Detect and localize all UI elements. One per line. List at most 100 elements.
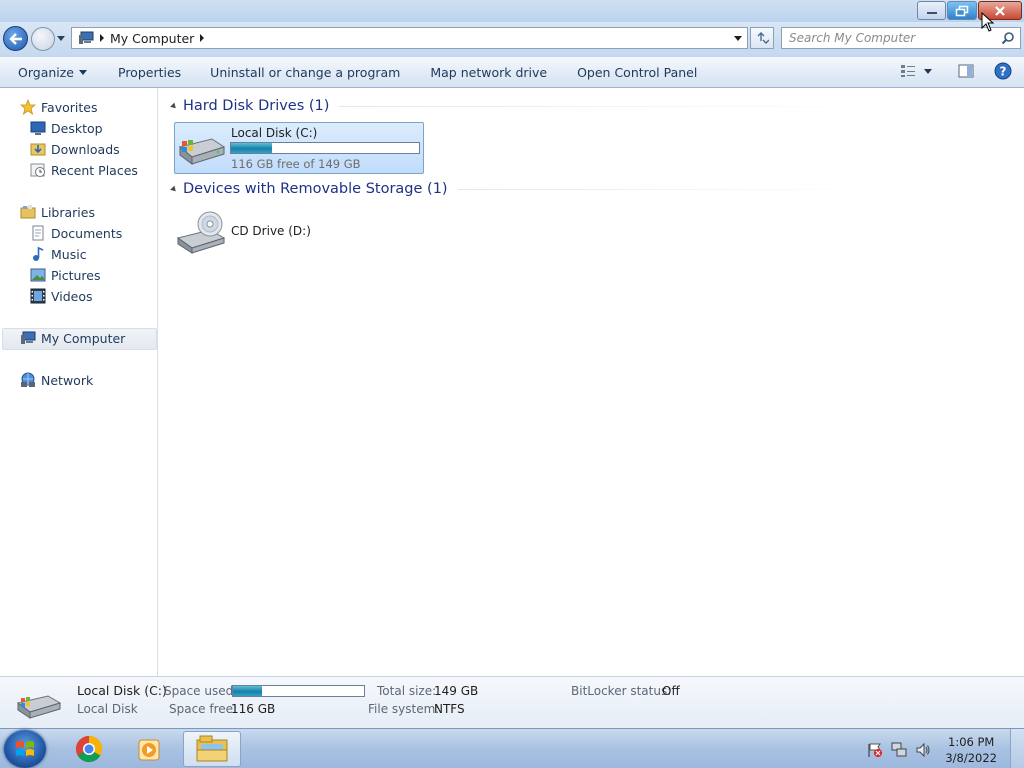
- nav-my-computer[interactable]: My Computer: [20, 330, 125, 346]
- drive-cd-d[interactable]: CD Drive (D:): [174, 206, 424, 258]
- taskbar-chrome[interactable]: [60, 731, 118, 767]
- nav-music-label: Music: [51, 246, 87, 262]
- preview-pane-button[interactable]: [958, 64, 974, 78]
- nav-my-computer-label: My Computer: [41, 330, 126, 346]
- start-button[interactable]: [4, 730, 46, 768]
- properties-button[interactable]: Properties: [118, 65, 181, 80]
- nav-downloads-label: Downloads: [51, 141, 120, 157]
- nav-libraries[interactable]: Libraries: [20, 204, 95, 220]
- nav-pictures[interactable]: Pictures: [30, 267, 101, 283]
- folder-icon: [196, 735, 228, 762]
- collapse-triangle-icon[interactable]: [170, 185, 178, 193]
- documents-icon: [30, 225, 46, 241]
- nav-network[interactable]: Network: [20, 372, 93, 388]
- downloads-folder-icon: [30, 141, 46, 157]
- taskbar: 1:06 PM 3/8/2022: [0, 728, 1024, 768]
- computer-icon: [79, 31, 94, 44]
- taskbar-media-player[interactable]: [121, 731, 179, 767]
- action-center-flag-icon[interactable]: [867, 742, 883, 758]
- view-list-icon: [901, 65, 915, 77]
- nav-documents-label: Documents: [51, 225, 123, 241]
- address-row: My Computer: [0, 22, 1024, 57]
- nav-favorites[interactable]: Favorites: [20, 99, 97, 115]
- open-control-panel-button[interactable]: Open Control Panel: [577, 65, 697, 80]
- network-icon: [20, 372, 36, 388]
- taskbar-explorer[interactable]: [183, 731, 241, 767]
- map-network-drive-button[interactable]: Map network drive: [430, 65, 547, 80]
- nav-desktop-label: Desktop: [51, 120, 103, 136]
- refresh-button[interactable]: [750, 27, 774, 49]
- drive-c-free-text: 116 GB free of 149 GB: [231, 157, 361, 171]
- star-icon: [20, 99, 36, 115]
- address-history-dropdown[interactable]: [734, 36, 742, 41]
- svg-text:?: ?: [1000, 65, 1007, 79]
- chevron-down-icon[interactable]: [924, 68, 932, 74]
- clock-time: 1:06 PM: [948, 735, 995, 749]
- network-status-icon[interactable]: [891, 742, 907, 758]
- minimize-icon: [926, 11, 937, 14]
- address-bar[interactable]: My Computer: [71, 27, 748, 49]
- total-size-label: Total size:: [377, 684, 437, 698]
- group-hard-disk-drives-title: Hard Disk Drives (1): [183, 98, 330, 114]
- clock[interactable]: 1:06 PM 3/8/2022: [945, 734, 997, 766]
- refresh-icon: [757, 32, 769, 44]
- command-bar: Organize Properties Uninstall or change …: [0, 57, 1024, 88]
- nav-pictures-label: Pictures: [51, 267, 101, 283]
- drive-c-name: Local Disk (C:): [231, 126, 318, 140]
- recent-pages-dropdown[interactable]: [57, 36, 65, 41]
- nav-recent-places-label: Recent Places: [51, 162, 138, 178]
- forward-button[interactable]: [31, 27, 55, 51]
- uninstall-program-button[interactable]: Uninstall or change a program: [210, 65, 400, 80]
- content-pane: Hard Disk Drives (1) Local Disk (C:) 116…: [159, 88, 1024, 676]
- nav-desktop[interactable]: Desktop: [30, 120, 103, 136]
- search-icon[interactable]: [1001, 31, 1015, 45]
- nav-videos-label: Videos: [51, 288, 93, 304]
- videos-icon: [30, 288, 46, 304]
- view-controls: ?: [886, 62, 1012, 80]
- windows-logo-icon: [16, 741, 34, 756]
- breadcrumb-separator-icon[interactable]: [200, 34, 205, 42]
- breadcrumb-my-computer[interactable]: My Computer: [110, 31, 194, 46]
- drive-d-name: CD Drive (D:): [231, 224, 311, 238]
- arrow-left-icon: [8, 32, 22, 45]
- group-divider: [339, 105, 885, 107]
- space-free-value: 116 GB: [231, 702, 276, 716]
- group-divider: [457, 188, 878, 190]
- chevron-down-icon: [79, 69, 87, 75]
- file-system-label: File system:: [368, 702, 440, 716]
- minimize-button[interactable]: [917, 1, 946, 20]
- title-bar: [0, 0, 1024, 22]
- pictures-icon: [30, 267, 46, 283]
- breadcrumb-separator-icon: [100, 34, 104, 42]
- nav-documents[interactable]: Documents: [30, 225, 122, 241]
- hard-drive-icon: [178, 138, 226, 165]
- restore-icon: [955, 5, 969, 16]
- nav-videos[interactable]: Videos: [30, 288, 93, 304]
- recent-places-icon: [30, 162, 46, 178]
- hard-drive-icon: [16, 695, 62, 719]
- details-drive-name: Local Disk (C:): [77, 683, 167, 698]
- close-icon: [995, 5, 1005, 16]
- navigation-pane: Favorites Desktop Downloads Recent Place…: [0, 88, 158, 676]
- drive-local-disk-c[interactable]: Local Disk (C:) 116 GB free of 149 GB: [174, 122, 424, 174]
- details-drive-type: Local Disk: [77, 702, 138, 716]
- group-removable-storage-title: Devices with Removable Storage (1): [183, 181, 448, 197]
- nav-music[interactable]: Music: [30, 246, 87, 262]
- nav-downloads[interactable]: Downloads: [30, 141, 120, 157]
- media-player-icon: [138, 739, 160, 761]
- search-input[interactable]: [782, 31, 992, 45]
- organize-button[interactable]: Organize: [18, 65, 87, 80]
- help-icon: ?: [994, 62, 1012, 80]
- back-button[interactable]: [3, 26, 28, 51]
- nav-libraries-label: Libraries: [41, 204, 95, 220]
- group-removable-storage[interactable]: Devices with Removable Storage (1): [169, 181, 878, 197]
- group-hard-disk-drives[interactable]: Hard Disk Drives (1): [169, 98, 885, 114]
- help-button[interactable]: ?: [994, 62, 1012, 80]
- nav-recent-places[interactable]: Recent Places: [30, 162, 138, 178]
- space-free-label: Space free:: [169, 702, 238, 716]
- restore-button[interactable]: [947, 1, 977, 20]
- volume-icon[interactable]: [915, 742, 931, 758]
- collapse-triangle-icon[interactable]: [170, 102, 178, 110]
- show-desktop-button[interactable]: [1010, 729, 1024, 768]
- change-view-button[interactable]: [900, 64, 932, 78]
